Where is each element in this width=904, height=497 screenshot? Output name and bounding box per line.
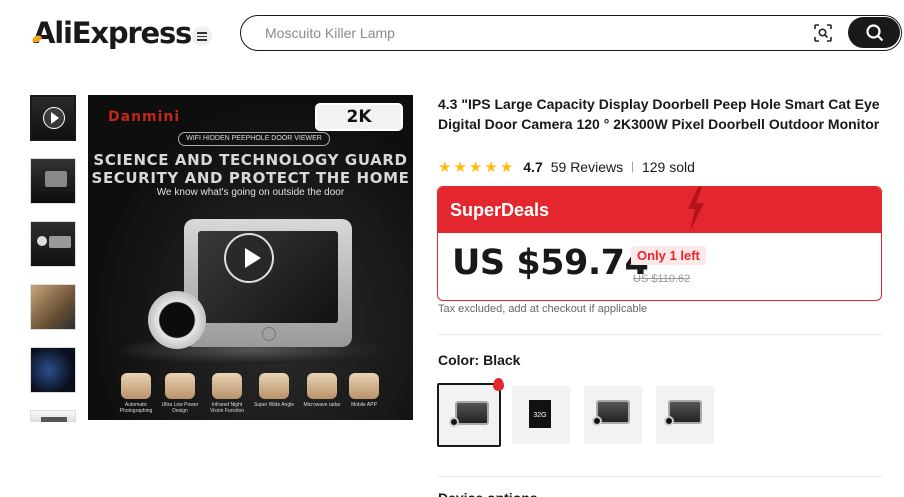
rating-row: ★ ★ ★ ★ ★ 4.7 59 Reviews | 129 sold [438, 158, 695, 176]
feature-radar: Microwave radar [300, 373, 344, 408]
stock-badge: Only 1 left [631, 246, 706, 265]
image-search-icon[interactable] [813, 23, 833, 43]
lightning-icon [688, 187, 704, 231]
divider [438, 334, 882, 335]
search-icon [866, 24, 884, 42]
battery-icon [165, 373, 195, 399]
color-label: Color: Black [438, 352, 521, 368]
search-button[interactable] [848, 17, 900, 48]
color-option-3[interactable] [584, 386, 642, 444]
color-option-4[interactable] [656, 386, 714, 444]
radar-icon [307, 373, 337, 399]
feature-wide-angle: Super Wide Angle [252, 373, 296, 408]
thumbnail-2[interactable] [30, 158, 76, 204]
reviews-link[interactable]: 59 Reviews [551, 159, 623, 175]
main-product-image[interactable]: Danmini 2K 300W WIFI HIDDEN PEEPHOLE DOO… [88, 95, 413, 420]
hot-icon [493, 378, 504, 391]
star-icon: ★ [484, 159, 498, 176]
star-icon: ★ [438, 159, 452, 176]
superdeals-title: SuperDeals [450, 200, 550, 220]
search-input[interactable] [265, 22, 805, 44]
aliexpress-logo[interactable]: AliExpress [31, 16, 192, 50]
thumbnail-video[interactable] [30, 95, 76, 141]
superdeals-box: SuperDeals US $59.74 Only 1 left US $110… [437, 186, 882, 301]
thumbnail-6[interactable] [30, 410, 76, 422]
logo-text: AliExpress [33, 16, 192, 50]
thumbnail-3[interactable] [30, 221, 76, 267]
rating-value: 4.7 [523, 159, 543, 175]
image-subline: We know what's going on outside the door [156, 187, 345, 198]
image-headline-1: SCIENCE AND TECHNOLOGY GUARD [93, 151, 408, 169]
feature-photographing: Automatic Photographing [114, 373, 158, 414]
star-icon: ★ [453, 159, 467, 176]
thumbnail-4[interactable] [30, 284, 76, 330]
camera-icon [121, 373, 151, 399]
sold-count: 129 sold [641, 159, 695, 175]
image-headline-2: SECURITY AND PROTECT THE HOME [91, 169, 410, 187]
device-illustration [184, 219, 352, 347]
brand-logo: Danmini [108, 109, 181, 125]
original-price: US $110.62 [633, 273, 691, 285]
feature-app: Mobile APP [342, 373, 386, 408]
play-icon [43, 107, 65, 129]
camera-lens [148, 291, 206, 349]
thumbnail-5[interactable] [30, 347, 76, 393]
color-option-32g-card[interactable]: 32G [512, 386, 570, 444]
resolution-badge: 2K 300W [315, 103, 403, 151]
tax-note: Tax excluded, add at checkout if applica… [438, 303, 648, 315]
night-vision-icon [212, 373, 242, 399]
feature-low-power: Ultra Low Power Design [158, 373, 202, 414]
product-title: 4.3 "IPS Large Capacity Display Doorbell… [438, 96, 880, 132]
mobile-app-icon [349, 373, 379, 399]
star-icon: ★ [499, 159, 514, 176]
wide-angle-icon [259, 373, 289, 399]
current-price: US $59.74 [452, 243, 649, 283]
color-option-black[interactable] [437, 383, 501, 447]
selected-color: Black [483, 352, 521, 368]
feature-night-vision: Infrared Night Vision Function [205, 373, 249, 414]
divider [438, 476, 882, 477]
next-section-title: Device options [438, 489, 538, 497]
search-bar [240, 15, 902, 51]
superdeals-header: SuperDeals [438, 187, 881, 233]
video-play-button[interactable] [224, 233, 274, 283]
star-rating: ★ ★ ★ ★ ★ [438, 158, 515, 176]
image-tag: WIFI HIDDEN PEEPHOLE DOOR VIEWER [178, 132, 330, 146]
sd-card-icon: 32G [529, 400, 551, 428]
star-icon: ★ [468, 159, 483, 176]
menu-icon[interactable] [192, 26, 212, 46]
separator: | [631, 161, 634, 173]
